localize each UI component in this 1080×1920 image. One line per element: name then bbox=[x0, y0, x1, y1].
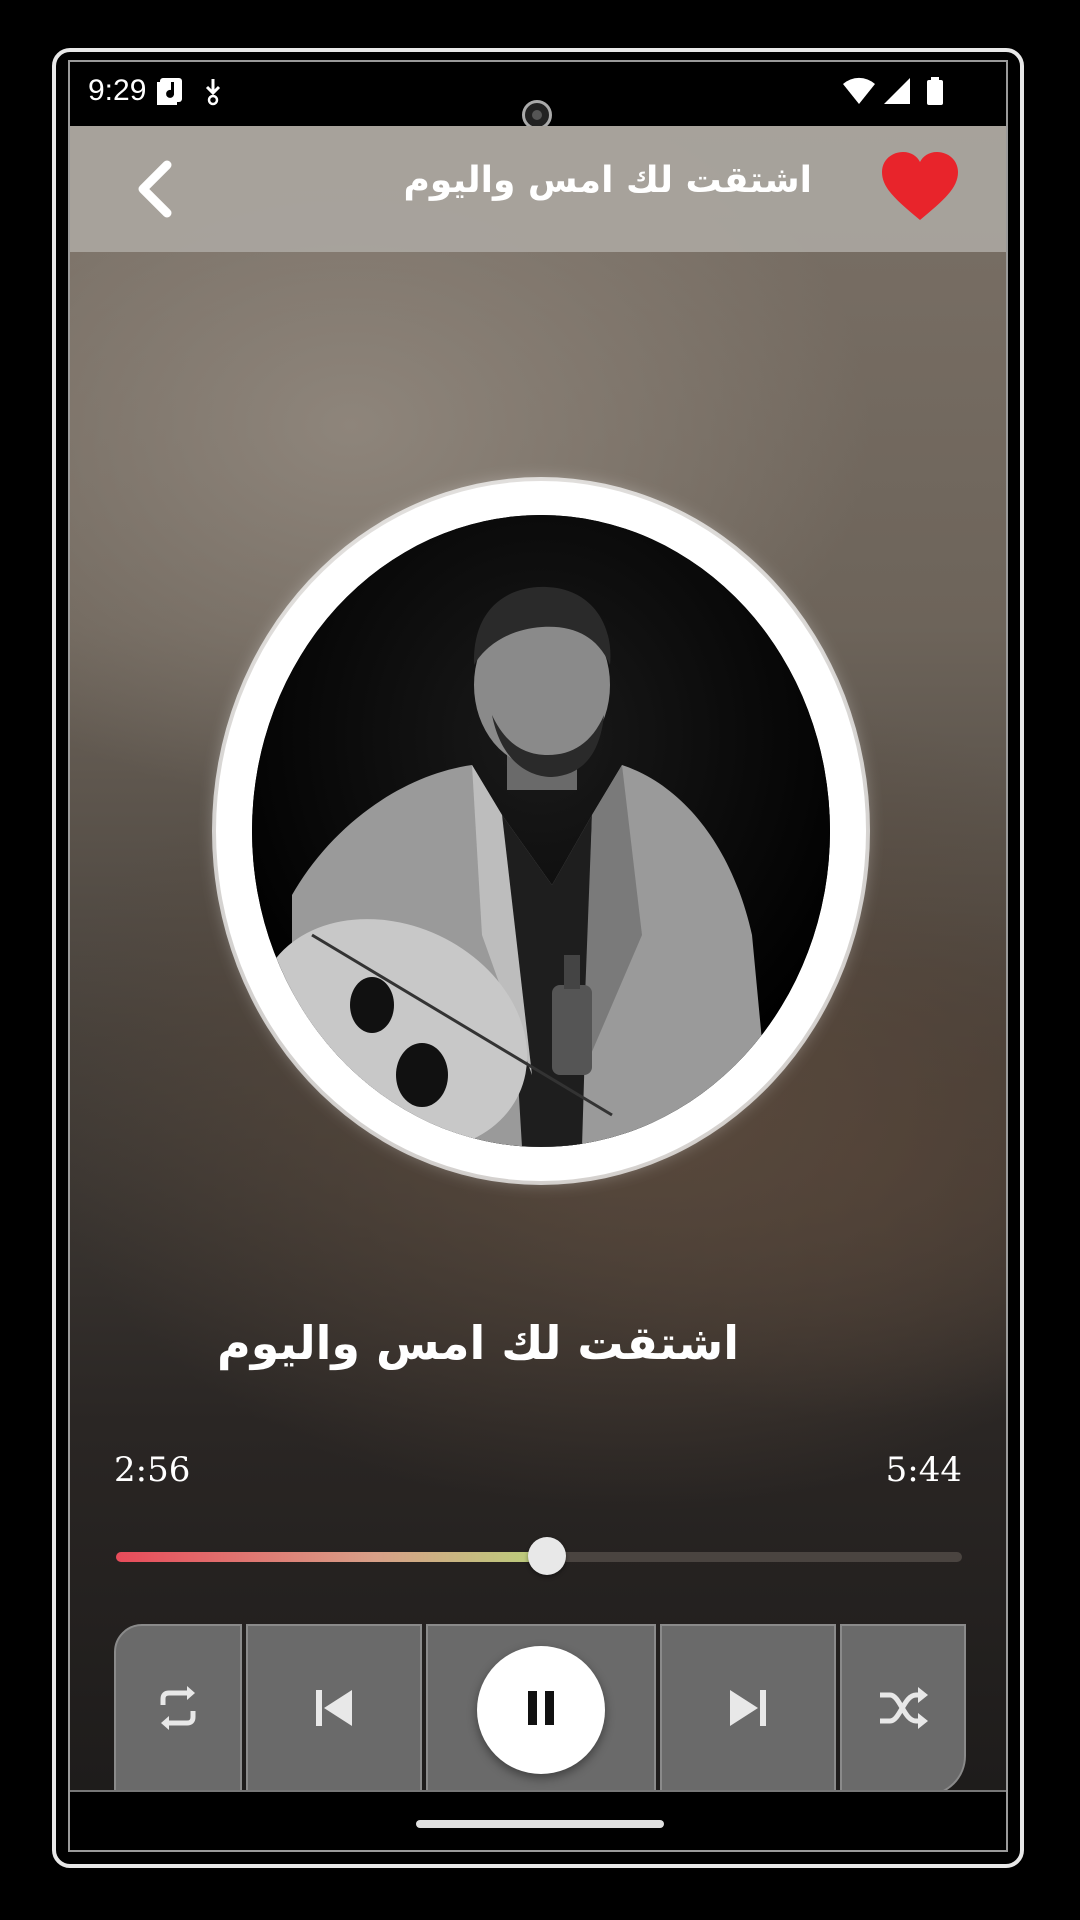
repeat-button[interactable] bbox=[114, 1624, 242, 1796]
play-pause-button[interactable] bbox=[426, 1624, 656, 1796]
chevron-left-icon bbox=[133, 159, 177, 223]
seek-bar-thumb[interactable] bbox=[528, 1537, 567, 1575]
previous-icon bbox=[310, 1684, 358, 1736]
seek-bar[interactable] bbox=[116, 1537, 962, 1575]
heart-icon bbox=[880, 152, 960, 228]
repeat-icon bbox=[151, 1681, 205, 1739]
seek-bar-progress bbox=[116, 1552, 548, 1562]
app-header: اشتقت لك امس واليوم bbox=[70, 126, 1006, 252]
shuffle-icon bbox=[876, 1681, 930, 1739]
system-nav-bar bbox=[70, 1790, 1006, 1850]
song-title: اشتقت لك امس واليوم bbox=[217, 1316, 739, 1370]
artist-photo bbox=[252, 515, 830, 1147]
nav-divider bbox=[70, 1790, 1006, 1792]
signal-icon bbox=[882, 76, 912, 110]
battery-icon bbox=[926, 76, 944, 110]
status-time: 9:29 bbox=[88, 74, 147, 107]
total-time: 5:44 bbox=[885, 1450, 962, 1490]
album-art bbox=[216, 481, 866, 1181]
next-icon bbox=[724, 1684, 772, 1736]
play-pause-circle bbox=[477, 1646, 605, 1774]
back-button[interactable] bbox=[120, 156, 190, 226]
device-screen: 9:29 اشتقت لك امس واليوم اشتقت لك امس وا… bbox=[68, 60, 1008, 1852]
previous-button[interactable] bbox=[246, 1624, 422, 1796]
music-note-icon bbox=[156, 76, 184, 110]
current-time: 2:56 bbox=[114, 1450, 191, 1490]
playback-controls bbox=[114, 1624, 966, 1796]
wifi-icon bbox=[842, 76, 876, 110]
favorite-button[interactable] bbox=[880, 150, 960, 230]
download-icon bbox=[202, 76, 224, 110]
home-indicator[interactable] bbox=[416, 1820, 664, 1828]
next-button[interactable] bbox=[660, 1624, 836, 1796]
page-title: اشتقت لك امس واليوم bbox=[403, 160, 813, 201]
pause-icon bbox=[524, 1689, 558, 1731]
status-bar: 9:29 bbox=[70, 62, 1006, 130]
shuffle-button[interactable] bbox=[840, 1624, 966, 1796]
player-screen: اشتقت لك امس واليوم اشتقت لك امس واليوم … bbox=[70, 126, 1006, 1796]
